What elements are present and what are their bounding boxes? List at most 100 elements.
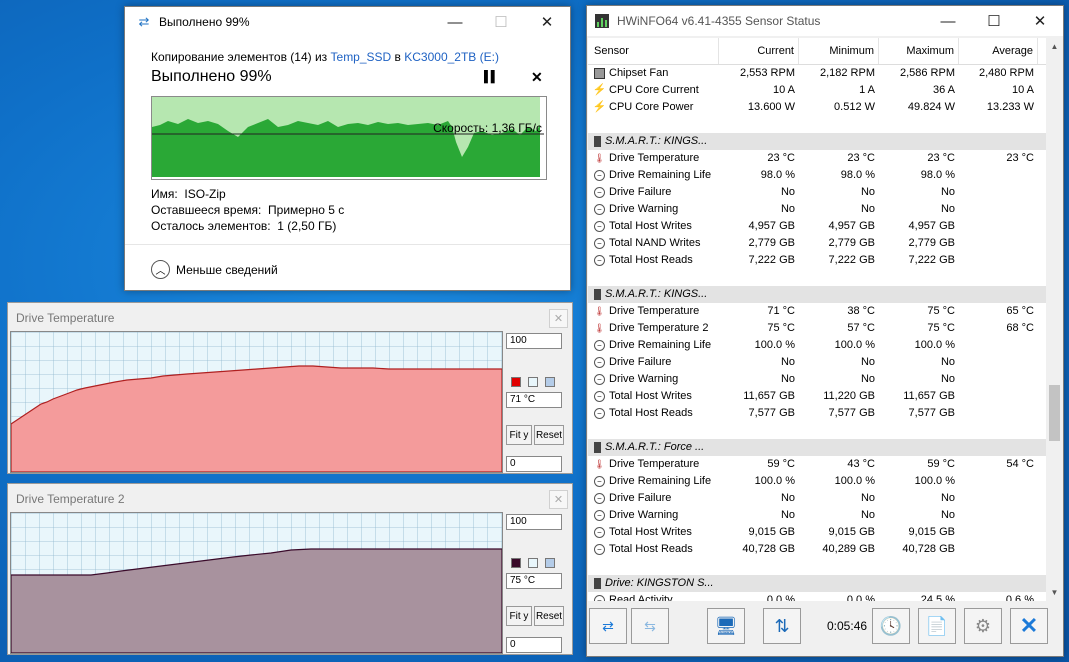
current-value: No bbox=[780, 356, 795, 368]
current-value: 40,728 GB bbox=[742, 543, 795, 555]
column-header-current[interactable]: Current bbox=[719, 38, 799, 64]
thermometer-icon: 🌡 bbox=[593, 459, 606, 469]
bolt-icon: ⚡ bbox=[592, 101, 607, 113]
minimum-value: 11,220 GB bbox=[823, 390, 875, 402]
expand-columns-icon[interactable]: ⇄ bbox=[589, 608, 627, 644]
background-color-swatch[interactable] bbox=[528, 377, 538, 387]
current-value: No bbox=[780, 203, 795, 215]
sensor-row[interactable]: – Read Activity 0.0 % 0.0 % 24.5 % 0.6 % bbox=[588, 592, 1046, 601]
sensor-row[interactable]: 🌡 Drive Temperature 71 °C 38 °C 75 °C 65 °C bbox=[588, 303, 1046, 320]
sensor-row[interactable]: – Total Host Reads 40,728 GB 40,289 GB 40,72… bbox=[588, 541, 1046, 558]
maximum-value: No bbox=[940, 356, 955, 368]
less-details-button[interactable]: ︿ Меньше сведений bbox=[151, 260, 278, 279]
maximum-value: No bbox=[940, 186, 955, 198]
sensor-row[interactable]: – Drive Remaining Life 100.0 % 100.0 % 100.0… bbox=[588, 337, 1046, 354]
close-button[interactable]: ✕ bbox=[524, 7, 570, 37]
sensor-row[interactable]: – Drive Remaining Life 98.0 % 98.0 % 98.0 % bbox=[588, 167, 1046, 184]
maximize-button[interactable]: ☐ bbox=[971, 6, 1017, 36]
reset-button[interactable]: Reset bbox=[534, 606, 564, 626]
maximum-value: 49.824 W bbox=[907, 101, 955, 113]
maximum-value: No bbox=[940, 373, 955, 385]
fit-y-button[interactable]: Fit y bbox=[506, 425, 532, 445]
line-color-swatch[interactable] bbox=[511, 558, 521, 568]
graph-min-field[interactable]: 0 bbox=[506, 637, 562, 653]
column-header-average[interactable]: Average bbox=[959, 38, 1038, 64]
sensor-group-header[interactable]: S.M.A.R.T.: KINGS... bbox=[588, 286, 1046, 303]
add-report-icon[interactable]: 📄 bbox=[918, 608, 956, 644]
sensor-row[interactable]: ⚡ CPU Core Current 10 A 1 A 36 A 10 A bbox=[588, 82, 1046, 99]
sensor-row[interactable]: 🌡 Drive Temperature 59 °C 43 °C 59 °C 54 °C bbox=[588, 456, 1046, 473]
sensor-row[interactable]: – Total Host Writes 4,957 GB 4,957 GB 4,957 … bbox=[588, 218, 1046, 235]
close-sensors-icon[interactable]: ✕ bbox=[1010, 608, 1048, 644]
sensor-row[interactable]: – Total Host Writes 9,015 GB 9,015 GB 9,015 … bbox=[588, 524, 1046, 541]
close-icon[interactable]: ✕ bbox=[549, 490, 568, 509]
sensor-row[interactable]: – Drive Warning No No No bbox=[588, 507, 1046, 524]
sensor-rows: Chipset Fan 2,553 RPM 2,182 RPM 2,586 RPM 2,… bbox=[588, 65, 1046, 601]
grid-color-swatch[interactable] bbox=[545, 558, 555, 568]
graph-min-field[interactable]: 0 bbox=[506, 456, 562, 472]
sensor-row[interactable]: 🌡 Drive Temperature 2 75 °C 57 °C 75 °C 68 °C bbox=[588, 320, 1046, 337]
current-value: 71 °C bbox=[767, 305, 795, 317]
copy-dialog-titlebar[interactable]: ⇄ Выполнено 99% — ☐ ✕ bbox=[125, 7, 570, 37]
close-icon[interactable]: ✕ bbox=[549, 309, 568, 328]
name-value: ISO-Zip bbox=[184, 187, 226, 201]
close-button[interactable]: ✕ bbox=[1017, 6, 1063, 36]
speed-graph-svg bbox=[152, 97, 544, 177]
minimize-button[interactable]: — bbox=[925, 6, 971, 36]
sensor-row[interactable]: – Drive Remaining Life 100.0 % 100.0 % 100.0… bbox=[588, 473, 1046, 490]
average-value bbox=[959, 235, 1038, 252]
collapse-columns-icon[interactable]: ⇆ bbox=[631, 608, 669, 644]
sensor-spacer-row bbox=[588, 558, 1046, 575]
clock-icon[interactable]: 🕓 bbox=[872, 608, 910, 644]
pause-button[interactable]: ▌▌ bbox=[484, 71, 499, 83]
sensor-row[interactable]: – Drive Failure No No No bbox=[588, 184, 1046, 201]
sensor-row[interactable]: 🌡 Drive Temperature 23 °C 23 °C 23 °C 23 °C bbox=[588, 150, 1046, 167]
minimum-value: 2,779 GB bbox=[828, 237, 875, 249]
network-icon[interactable]: ⇅ bbox=[763, 608, 801, 644]
scroll-down-icon[interactable]: ▼ bbox=[1046, 584, 1063, 601]
sensor-row[interactable]: – Drive Warning No No No bbox=[588, 201, 1046, 218]
graph-plot bbox=[10, 512, 503, 654]
sensor-row[interactable]: – Drive Warning No No No bbox=[588, 371, 1046, 388]
column-header-maximum[interactable]: Maximum bbox=[879, 38, 959, 64]
grid-color-swatch[interactable] bbox=[545, 377, 555, 387]
gear-icon[interactable]: ⚙ bbox=[964, 608, 1002, 644]
sensor-row[interactable]: Chipset Fan 2,553 RPM 2,182 RPM 2,586 RPM 2,… bbox=[588, 65, 1046, 82]
maximum-value: 75 °C bbox=[927, 305, 955, 317]
sensor-row[interactable]: ⚡ CPU Core Power 13.600 W 0.512 W 49.824 W 13… bbox=[588, 99, 1046, 116]
background-color-swatch[interactable] bbox=[528, 558, 538, 568]
monitor-icon[interactable]: 🖥 bbox=[707, 608, 745, 644]
fit-y-button[interactable]: Fit y bbox=[506, 606, 532, 626]
destination-link[interactable]: KC3000_2TB (E:) bbox=[404, 50, 499, 64]
sensor-row[interactable]: – Total Host Reads 7,222 GB 7,222 GB 7,222 G… bbox=[588, 252, 1046, 269]
cancel-copy-button[interactable]: ✕ bbox=[531, 69, 543, 86]
sensor-row[interactable]: – Drive Failure No No No bbox=[588, 490, 1046, 507]
maximum-value: 75 °C bbox=[927, 322, 955, 334]
sensor-row[interactable]: – Total NAND Writes 2,779 GB 2,779 GB 2,779 … bbox=[588, 235, 1046, 252]
sensor-name: Total NAND Writes bbox=[609, 237, 701, 249]
column-header-minimum[interactable]: Minimum bbox=[799, 38, 879, 64]
line-color-swatch[interactable] bbox=[511, 377, 521, 387]
reset-button[interactable]: Reset bbox=[534, 425, 564, 445]
sensor-group-header[interactable]: S.M.A.R.T.: Force ... bbox=[588, 439, 1046, 456]
column-header-sensor[interactable]: Sensor bbox=[588, 38, 719, 64]
sensor-row[interactable]: – Total Host Reads 7,577 GB 7,577 GB 7,577 G… bbox=[588, 405, 1046, 422]
sensor-group-header[interactable]: S.M.A.R.T.: KINGS... bbox=[588, 133, 1046, 150]
current-value: 100.0 % bbox=[754, 475, 795, 487]
sensor-group-header[interactable]: Drive: KINGSTON S... bbox=[588, 575, 1046, 592]
sensor-spacer-row bbox=[588, 116, 1046, 133]
sensor-name: Chipset Fan bbox=[609, 67, 669, 79]
hwinfo-titlebar[interactable]: HWiNFO64 v6.41-4355 Sensor Status — ☐ ✕ bbox=[587, 6, 1063, 36]
graph-max-field[interactable]: 100 bbox=[506, 514, 562, 530]
minimize-button[interactable]: — bbox=[432, 7, 478, 37]
average-value bbox=[959, 337, 1038, 354]
scroll-up-icon[interactable]: ▲ bbox=[1046, 38, 1063, 55]
sensor-row[interactable]: – Total Host Writes 11,657 GB 11,220 GB 11,6… bbox=[588, 388, 1046, 405]
progress-percent-text: Выполнено 99% bbox=[151, 68, 272, 85]
scrollbar-thumb[interactable] bbox=[1049, 385, 1060, 441]
source-link[interactable]: Temp_SSD bbox=[331, 50, 392, 64]
graph-max-field[interactable]: 100 bbox=[506, 333, 562, 349]
sensor-row[interactable]: – Drive Failure No No No bbox=[588, 354, 1046, 371]
copy-icon: ⇄ bbox=[138, 14, 150, 29]
vertical-scrollbar[interactable]: ▲ ▼ bbox=[1046, 38, 1063, 601]
